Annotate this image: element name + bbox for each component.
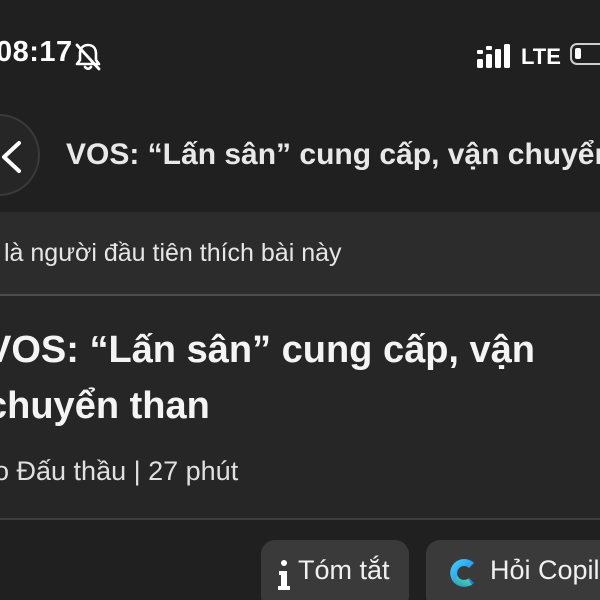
- action-bar: Tóm tắt Hỏi Copilot: [0, 520, 600, 600]
- likes-bar[interactable]: là người đầu tiên thích bài này: [0, 212, 600, 294]
- copilot-label: Hỏi Copilot: [490, 555, 600, 585]
- article-meta: o Đấu thầu | 27 phút: [0, 456, 239, 486]
- copilot-icon: [450, 559, 474, 587]
- battery-icon: [570, 43, 600, 65]
- article-headline: VOS: “Lấn sân” cung cấp, vận chuyển than: [0, 329, 536, 427]
- chevron-left-icon: [2, 141, 21, 173]
- info-icon: [278, 560, 290, 590]
- likes-text: là người đầu tiên thích bài này: [4, 239, 342, 267]
- signal-bars-icon: [477, 44, 510, 68]
- network-type: LTE: [521, 44, 561, 69]
- article-screen: 08:17 LTE VOS: “Lấn sân” cung cấp, vận c…: [0, 0, 600, 600]
- ask-copilot-button[interactable]: Hỏi Copilot: [426, 540, 600, 600]
- article-card: VOS: “Lấn sân” cung cấp, vận chuyển than…: [0, 296, 600, 518]
- back-button[interactable]: [0, 114, 40, 196]
- top-bar: VOS: “Lấn sân” cung cấp, vận chuyển than: [0, 110, 600, 212]
- battery-level: [575, 48, 581, 59]
- status-time: 08:17: [0, 36, 73, 68]
- summary-button[interactable]: Tóm tắt: [261, 540, 409, 600]
- status-bar: 08:17 LTE: [0, 0, 600, 110]
- page-title: VOS: “Lấn sân” cung cấp, vận chuyển than: [66, 138, 600, 171]
- summary-label: Tóm tắt: [298, 555, 390, 585]
- bell-slash-icon: [75, 43, 101, 71]
